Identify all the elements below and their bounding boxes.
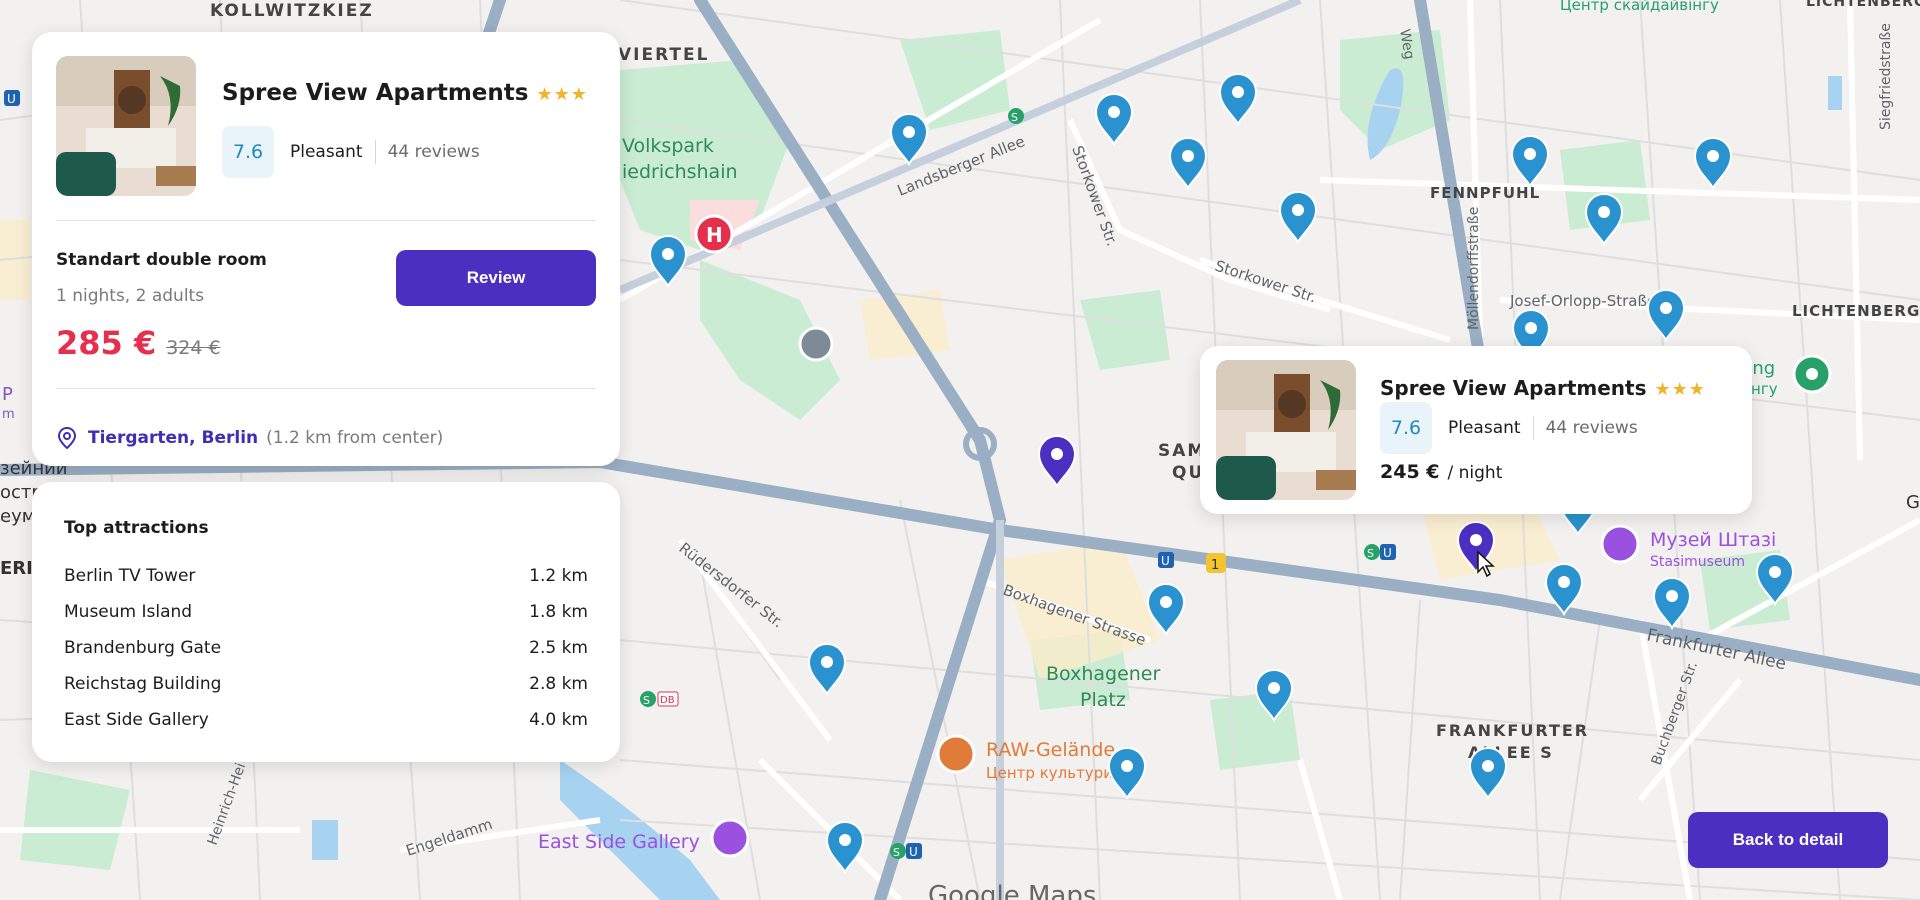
attraction-row: Berlin TV Tower 1.2 km bbox=[64, 558, 588, 594]
attraction-distance: 2.8 km bbox=[529, 674, 588, 694]
restaurant-icon bbox=[936, 734, 976, 774]
attraction-name: Museum Island bbox=[64, 602, 193, 622]
hotel-name: Spree View Apartments ★★★ bbox=[222, 80, 588, 106]
popup-price-row: 245 € / night bbox=[1380, 461, 1502, 483]
score-badge: 7.6 bbox=[222, 126, 274, 178]
score-word: Pleasant bbox=[290, 142, 363, 162]
attraction-name: Brandenburg Gate bbox=[64, 638, 222, 658]
map-label-kollwitzkiez: KOLLWITZKIEZ bbox=[210, 1, 374, 21]
star-rating: ★★★ bbox=[536, 84, 588, 105]
location-link[interactable]: Tiergarten, Berlin bbox=[88, 428, 258, 448]
map-label-siegfried: Siegfriedstraße bbox=[1878, 23, 1894, 130]
old-price: 324 € bbox=[166, 337, 221, 359]
map-label-google: Google Maps bbox=[928, 881, 1096, 900]
review-button[interactable]: Review bbox=[396, 250, 596, 306]
map-label-viertel: VIERTEL bbox=[618, 45, 709, 65]
map-label-friedrichshain: iedrichshain bbox=[622, 161, 738, 183]
map-label-raw-1: RAW-Gelände bbox=[986, 739, 1115, 761]
hotel-photo[interactable] bbox=[56, 56, 196, 196]
s-badge-3: S bbox=[1011, 111, 1018, 124]
map-label-frankfurter-s-1: FRANKFURTER bbox=[1436, 721, 1589, 740]
room-meta: 1 nights, 2 adults bbox=[56, 286, 205, 306]
s-badge-1: S bbox=[1367, 547, 1374, 560]
location-distance: (1.2 km from center) bbox=[266, 428, 444, 448]
attraction-name: Berlin TV Tower bbox=[64, 566, 196, 586]
u-badge-3: U bbox=[1383, 546, 1392, 560]
popup-hotel-photo bbox=[1216, 360, 1356, 500]
map-label-josef-orlopp: Josef-Orlopp-Straße bbox=[1509, 292, 1656, 310]
popup-score-badge: 7.6 bbox=[1380, 402, 1432, 454]
map-label-g: G bbox=[1906, 492, 1920, 513]
museum-icon bbox=[1600, 524, 1640, 564]
score-row: 7.6 Pleasant 44 reviews bbox=[222, 126, 480, 178]
map-label-left-4: ERI bbox=[0, 558, 33, 579]
room-type: Standart double room bbox=[56, 250, 267, 270]
attractions-title: Top attractions bbox=[64, 518, 209, 538]
map-label-raw-2: Центр культури bbox=[986, 764, 1113, 782]
attraction-row: East Side Gallery 4.0 km bbox=[64, 702, 588, 738]
map-label-boxhagener-platz-2: Platz bbox=[1080, 689, 1126, 711]
popup-star-rating: ★★★ bbox=[1654, 379, 1706, 400]
hospital-icon: H bbox=[706, 223, 723, 247]
attraction-distance: 1.8 km bbox=[529, 602, 588, 622]
attraction-distance: 2.5 km bbox=[529, 638, 588, 658]
map-label-boxhagener-platz-1: Boxhagener bbox=[1046, 663, 1160, 685]
map-label-lichtenberg: LICHTENBERG bbox=[1792, 302, 1920, 320]
hotel-popup-card[interactable]: Spree View Apartments ★★★ 7.6 Pleasant 44… bbox=[1200, 346, 1752, 514]
map-label-m: m bbox=[2, 407, 15, 422]
back-to-detail-button[interactable]: Back to detail bbox=[1688, 812, 1888, 868]
location-pin-icon bbox=[57, 426, 77, 450]
attraction-name: East Side Gallery bbox=[64, 710, 209, 730]
map-label-fennpfuhl: FENNPFUHL bbox=[1430, 184, 1540, 202]
map-label-diving: Центр скайдайвінгу bbox=[1560, 0, 1719, 14]
s-badge-2: S bbox=[893, 846, 900, 859]
landmark-icon bbox=[710, 818, 750, 858]
map-label-moellendorff: Möllendorffstraße bbox=[1466, 207, 1482, 330]
road-badge: 1 bbox=[1211, 558, 1219, 573]
map-label-volkspark: Volkspark bbox=[622, 135, 714, 157]
popup-score-divider bbox=[1532, 416, 1534, 440]
popup-review-count: 44 reviews bbox=[1545, 418, 1638, 438]
attraction-name: Reichstag Building bbox=[64, 674, 222, 694]
divider bbox=[56, 388, 596, 389]
score-divider bbox=[374, 140, 376, 164]
u-badge-4: U bbox=[909, 845, 918, 859]
divider bbox=[56, 220, 596, 221]
map-label-left-3: еум bbox=[0, 506, 35, 527]
hotel-card: Spree View Apartments ★★★ 7.6 Pleasant 44… bbox=[32, 32, 620, 466]
attractions-card: Top attractions Berlin TV Tower 1.2 km Mu… bbox=[32, 482, 620, 762]
popup-score-row: 7.6 Pleasant 44 reviews bbox=[1380, 402, 1638, 454]
map-label-lichtenberg-top: LICHTENBERG bbox=[1806, 0, 1920, 10]
attraction-row: Brandenburg Gate 2.5 km bbox=[64, 630, 588, 666]
monument-icon bbox=[798, 326, 834, 362]
price: 285 € bbox=[56, 324, 157, 362]
map-label-p: P bbox=[2, 384, 13, 405]
s-badge-4: S bbox=[643, 694, 650, 707]
db-badge: DB bbox=[660, 695, 675, 706]
popup-price: 245 € bbox=[1380, 461, 1440, 483]
map-label-east-side: East Side Gallery bbox=[538, 831, 700, 853]
map-label-stasi-2: Stasimuseum bbox=[1650, 554, 1745, 570]
u-badge-2: U bbox=[1161, 554, 1170, 568]
location-row: Tiergarten, Berlin (1.2 km from center) bbox=[56, 426, 443, 450]
attraction-row: Reichstag Building 2.8 km bbox=[64, 666, 588, 702]
popup-score-word: Pleasant bbox=[1448, 418, 1521, 438]
map-label-stasi-1: Музей Штазі bbox=[1650, 529, 1776, 551]
attraction-row: Museum Island 1.8 km bbox=[64, 594, 588, 630]
attraction-distance: 4.0 km bbox=[529, 710, 588, 730]
attractions-list: Berlin TV Tower 1.2 km Museum Island 1.8 k… bbox=[64, 558, 588, 738]
popup-hotel-name: Spree View Apartments ★★★ bbox=[1380, 376, 1706, 400]
u-badge-1: U bbox=[7, 92, 16, 106]
price-row: 285 € 324 € bbox=[56, 324, 221, 362]
popup-price-unit: / night bbox=[1447, 463, 1503, 483]
review-count[interactable]: 44 reviews bbox=[388, 142, 480, 162]
attraction-distance: 1.2 km bbox=[529, 566, 588, 586]
